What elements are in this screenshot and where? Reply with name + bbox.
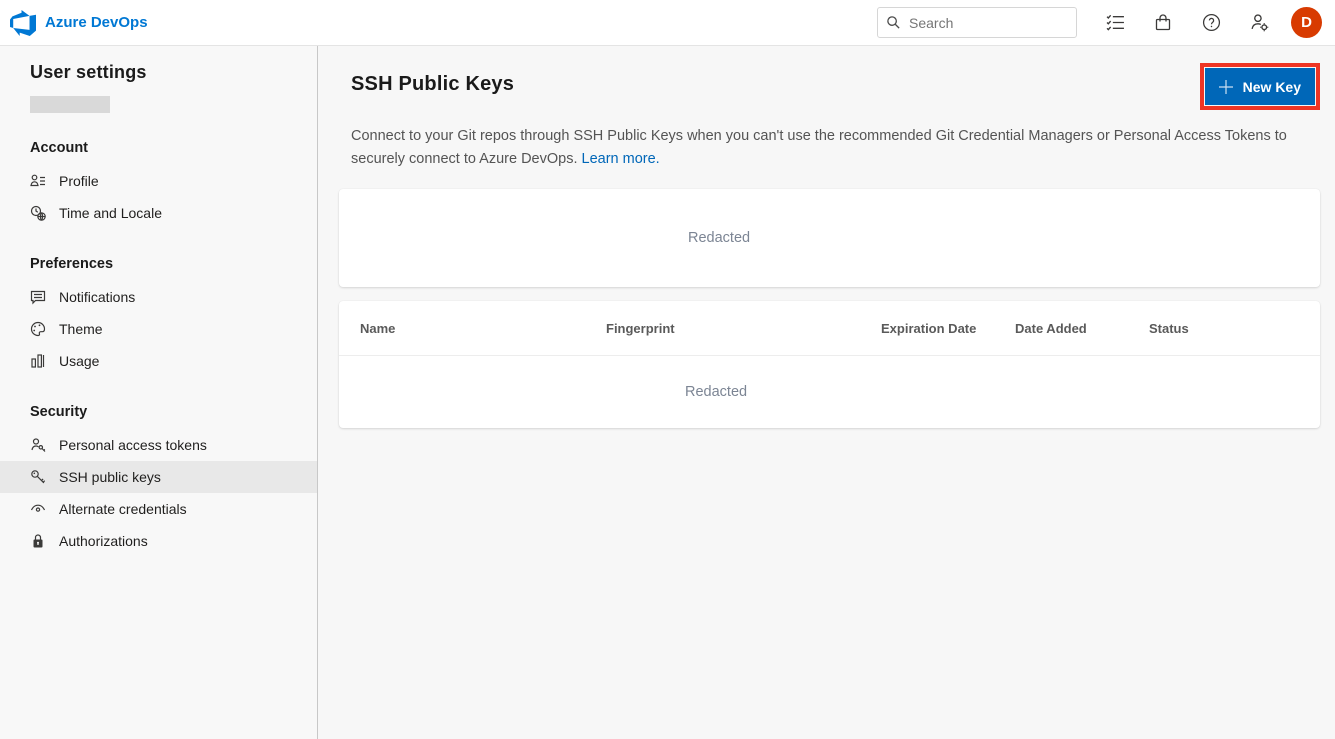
sidebar-item-authorizations[interactable]: Authorizations	[0, 525, 317, 557]
brand-name: Azure DevOps	[45, 14, 148, 31]
azure-devops-logo-icon	[10, 10, 36, 36]
sidebar-item-theme[interactable]: Theme	[0, 313, 317, 345]
search-input[interactable]	[909, 15, 1090, 31]
table-header-row: Name Fingerprint Expiration Date Date Ad…	[339, 301, 1320, 356]
new-key-button-label: New Key	[1243, 79, 1301, 95]
page-description: Connect to your Git repos through SSH Pu…	[351, 125, 1319, 171]
description-text: Connect to your Git repos through SSH Pu…	[351, 128, 1287, 167]
notifications-icon	[30, 289, 46, 305]
sidebar-item-personal-access-tokens[interactable]: Personal access tokens	[0, 429, 317, 461]
user-settings-icon[interactable]	[1249, 13, 1269, 33]
alternate-credentials-eye-icon	[30, 501, 46, 517]
marketplace-bag-icon[interactable]	[1153, 13, 1173, 33]
column-header-name: Name	[360, 321, 606, 336]
sidebar-item-profile[interactable]: Profile	[0, 165, 317, 197]
ssh-keys-table: Name Fingerprint Expiration Date Date Ad…	[339, 301, 1320, 428]
sidebar-item-time-and-locale[interactable]: Time and Locale	[0, 197, 317, 229]
search-box[interactable]	[877, 7, 1077, 38]
new-key-button[interactable]: New Key	[1205, 68, 1315, 105]
column-header-expiration-date: Expiration Date	[881, 321, 1015, 336]
page-title: SSH Public Keys	[351, 73, 514, 96]
sidebar-item-label: Alternate credentials	[59, 501, 187, 517]
time-locale-icon	[30, 205, 46, 221]
sidebar-item-label: Personal access tokens	[59, 437, 207, 453]
sidebar-item-label: Theme	[59, 321, 103, 337]
sidebar-item-label: Usage	[59, 353, 99, 369]
avatar[interactable]: D	[1291, 7, 1322, 38]
column-header-fingerprint: Fingerprint	[606, 321, 881, 336]
personal-access-tokens-icon	[30, 437, 46, 453]
work-items-list-icon[interactable]	[1105, 13, 1125, 33]
sidebar-item-ssh-public-keys[interactable]: SSH public keys	[0, 461, 317, 493]
table-row: Redacted	[339, 356, 1320, 428]
usage-chart-icon	[30, 353, 46, 369]
section-header-preferences: Preferences	[0, 256, 317, 272]
sidebar-item-notifications[interactable]: Notifications	[0, 281, 317, 313]
sidebar-item-alternate-credentials[interactable]: Alternate credentials	[0, 493, 317, 525]
sidebar-item-label: Time and Locale	[59, 205, 162, 221]
plus-icon	[1219, 80, 1233, 94]
profile-icon	[30, 173, 46, 189]
ssh-key-icon	[30, 469, 46, 485]
authorizations-lock-icon	[30, 533, 46, 549]
column-header-date-added: Date Added	[1015, 321, 1149, 336]
sidebar-item-label: Notifications	[59, 289, 135, 305]
theme-palette-icon	[30, 321, 46, 337]
sidebar-item-label: Authorizations	[59, 533, 148, 549]
main-content: SSH Public Keys New Key Connect to your …	[318, 46, 1335, 739]
redacted-user-name	[30, 96, 110, 113]
sidebar-item-usage[interactable]: Usage	[0, 345, 317, 377]
top-bar: Azure DevOps D	[0, 0, 1335, 46]
section-header-account: Account	[0, 140, 317, 156]
help-icon[interactable]	[1201, 13, 1221, 33]
learn-more-link[interactable]: Learn more.	[582, 151, 660, 167]
search-icon	[886, 15, 901, 30]
redacted-banner-card: Redacted	[339, 189, 1320, 287]
sidebar-item-label: SSH public keys	[59, 469, 161, 485]
sidebar-item-label: Profile	[59, 173, 99, 189]
column-header-status: Status	[1149, 321, 1320, 336]
azure-devops-home-link[interactable]: Azure DevOps	[10, 10, 148, 36]
sidebar-title: User settings	[0, 62, 317, 83]
redacted-banner-text: Redacted	[688, 230, 750, 246]
section-header-security: Security	[0, 404, 317, 420]
user-settings-sidebar: User settings Account Profile Time and L…	[0, 46, 318, 739]
redacted-row-text: Redacted	[685, 384, 747, 400]
highlight-annotation-box: New Key	[1200, 63, 1320, 110]
